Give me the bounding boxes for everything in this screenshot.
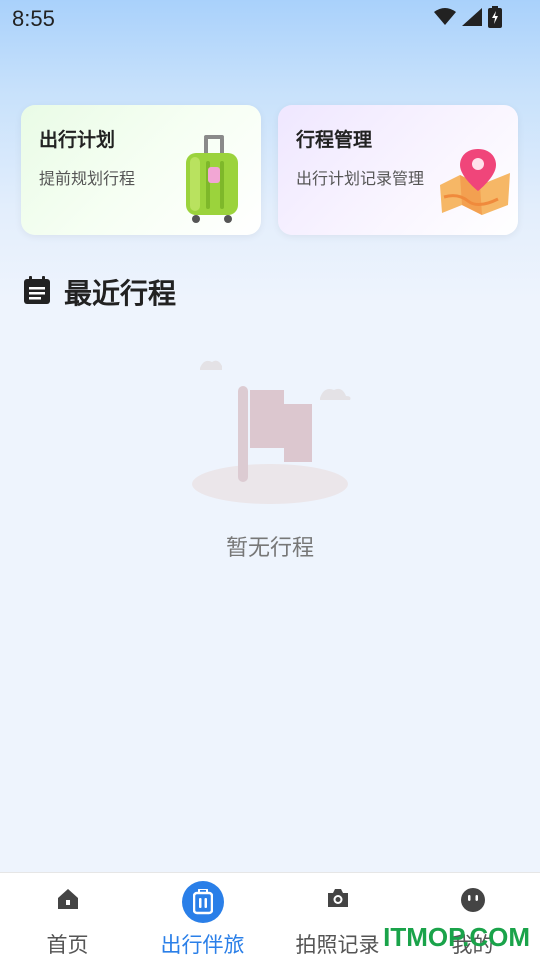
- status-time: 8:55: [12, 6, 55, 31]
- calendar-icon: [24, 276, 50, 308]
- trip-management-card[interactable]: 行程管理 出行计划记录管理: [278, 105, 518, 235]
- tab-travel-companion-label: 出行伴旅: [160, 933, 245, 957]
- trip-management-subtitle: 出行计划记录管理: [296, 169, 425, 188]
- camera-icon: [326, 887, 350, 913]
- travel-plan-subtitle: 提前规划行程: [39, 169, 136, 188]
- travel-plan-title: 出行计划: [39, 129, 116, 151]
- tab-travel-companion[interactable]: 出行伴旅: [135, 873, 270, 961]
- profile-icon: [460, 887, 486, 917]
- map-pin-icon: [438, 145, 514, 221]
- status-bar: 8:55: [0, 0, 540, 40]
- recent-trips-header: 最近行程: [24, 272, 176, 312]
- battery-icon: [488, 6, 502, 32]
- watermark: ITMOP.COM: [383, 922, 530, 952]
- home-icon: [56, 887, 80, 915]
- wifi-icon: [434, 8, 456, 30]
- tab-home-label: 首页: [46, 933, 89, 957]
- recent-trips-title: 最近行程: [64, 277, 177, 310]
- tab-home[interactable]: 首页: [0, 873, 135, 961]
- travel-plan-card[interactable]: 出行计划 提前规划行程: [21, 105, 261, 235]
- empty-state-text: 暂无行程: [225, 536, 314, 561]
- suitcase-icon: [176, 135, 246, 229]
- status-icons: [434, 6, 502, 32]
- trip-management-title: 行程管理: [296, 129, 373, 151]
- empty-state-illustration: [180, 350, 360, 514]
- signal-icon: [462, 8, 482, 30]
- luggage-icon: [181, 881, 224, 923]
